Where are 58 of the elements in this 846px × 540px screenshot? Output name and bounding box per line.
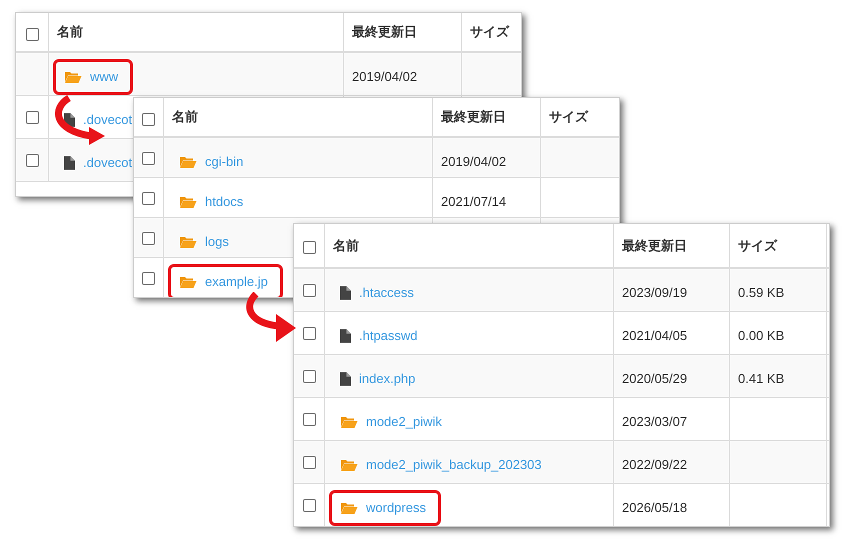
column-header: サイズ xyxy=(470,23,509,42)
table-cell: 2021/07/14 xyxy=(441,194,506,209)
checkbox[interactable] xyxy=(26,28,38,40)
folder-icon xyxy=(179,234,197,249)
checkbox[interactable] xyxy=(142,232,155,246)
checkbox[interactable] xyxy=(302,326,316,340)
table-cell: 2022/09/22 xyxy=(622,457,688,472)
checkbox[interactable] xyxy=(142,192,155,206)
column-header: 最終更新日 xyxy=(441,108,506,126)
checkbox[interactable] xyxy=(26,110,38,124)
column-header: 名前 xyxy=(172,108,198,126)
checkbox[interactable] xyxy=(142,272,155,286)
file-link[interactable]: .htaccess xyxy=(359,283,414,302)
folder-link[interactable]: cgi-bin xyxy=(205,152,244,172)
folder-icon xyxy=(179,194,197,209)
table-cell: 2019/04/02 xyxy=(352,69,418,84)
column-header: サイズ xyxy=(549,108,588,126)
checkbox[interactable] xyxy=(26,154,38,166)
file-link[interactable]: index.php xyxy=(359,369,416,388)
table-cell: 0.00 KB xyxy=(738,328,784,343)
table-cell: 2023/03/07 xyxy=(622,414,688,429)
checkbox[interactable] xyxy=(302,241,316,254)
folder-icon xyxy=(340,500,358,515)
column-header: 最終更新日 xyxy=(352,23,417,42)
file-link[interactable]: .htpasswd xyxy=(359,326,418,346)
column-header: 最終更新日 xyxy=(622,236,687,255)
table-cell: 2021/04/05 xyxy=(622,328,688,343)
file-link[interactable]: .dovecot xyxy=(83,110,132,130)
table-cell: 0.41 KB xyxy=(738,371,784,386)
folder-icon xyxy=(179,274,197,289)
folder-link[interactable]: wordpress xyxy=(366,498,426,518)
checkbox[interactable] xyxy=(302,412,316,426)
folder-icon xyxy=(340,414,358,429)
folder-link[interactable]: htdocs xyxy=(205,192,244,212)
column-header: サイズ xyxy=(738,236,777,255)
table-cell: 0.59 KB xyxy=(738,285,784,300)
table-cell: 2023/09/19 xyxy=(622,285,688,300)
folder-icon xyxy=(64,70,82,84)
checkbox[interactable] xyxy=(302,370,316,382)
checkbox[interactable] xyxy=(302,498,316,512)
folder-link[interactable]: mode2_piwik xyxy=(366,412,442,432)
folder-link[interactable]: example.jp xyxy=(205,272,268,292)
folder-link[interactable]: www xyxy=(90,67,118,86)
table-cell: 2020/05/29 xyxy=(622,371,688,386)
file-link[interactable]: .dovecot xyxy=(83,153,132,172)
column-header: 名前 xyxy=(333,236,359,255)
checkbox[interactable] xyxy=(142,152,155,166)
curved-arrow xyxy=(246,292,296,342)
checkbox[interactable] xyxy=(302,284,316,296)
folder-icon xyxy=(340,458,358,472)
table-cell: 2019/04/02 xyxy=(441,154,506,169)
checkbox[interactable] xyxy=(302,456,316,468)
column-header: 名前 xyxy=(57,23,83,42)
folder-link[interactable]: mode2_piwik_backup_202303 xyxy=(366,455,542,474)
checkbox[interactable] xyxy=(142,112,155,126)
table-cell: 2026/05/18 xyxy=(622,500,688,515)
folder-icon xyxy=(179,154,197,169)
folder-link[interactable]: logs xyxy=(205,232,229,252)
